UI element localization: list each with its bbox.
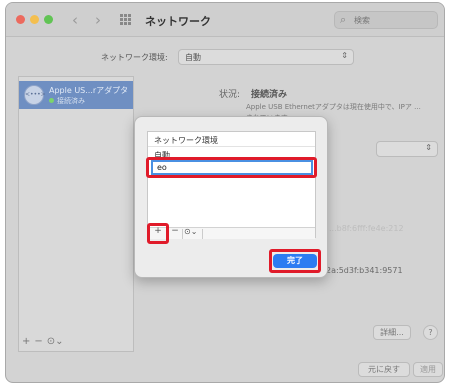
status-value: 接続済み — [251, 90, 288, 100]
ethernet-icon: <•••> — [24, 85, 46, 105]
help-button[interactable]: ? — [423, 325, 438, 340]
separator — [166, 229, 167, 239]
window-title: ネットワーク — [145, 15, 211, 28]
location-select[interactable]: 自動 ⇕ — [178, 49, 354, 65]
remove-service-button[interactable]: − — [34, 336, 42, 347]
show-all-grid-icon[interactable] — [120, 14, 131, 25]
done-button[interactable]: 完了 — [273, 254, 317, 268]
action-menu-button[interactable]: ⊙⌄ — [184, 227, 197, 236]
service-list[interactable]: <•••> Apple US...rアダプタ 接続済み — [18, 76, 134, 352]
preferences-window: ‹ › ネットワーク ⌕ ネットワーク環境: 自動 ⇕ <•••> Apple … — [5, 2, 445, 383]
list-toolbar: + − ⊙⌄ — [147, 223, 315, 244]
forward-arrow-icon[interactable]: › — [95, 11, 101, 29]
service-action-button[interactable]: ⊙⌄ — [47, 336, 64, 347]
sidebar-toolbar: + − ⊙⌄ — [18, 332, 134, 350]
advanced-button[interactable]: 詳細... — [373, 325, 411, 340]
service-name: Apple US...rアダプタ — [49, 86, 129, 95]
title-bar: ‹ › ネットワーク ⌕ — [6, 3, 444, 37]
revert-button[interactable]: 元に戻す — [358, 362, 410, 377]
separator — [182, 229, 183, 239]
locations-list[interactable]: ネットワーク環境 自動 + − ⊙⌄ — [146, 131, 317, 244]
remove-location-button[interactable]: − — [169, 226, 181, 236]
ipv6-address: ...b8f:6fff:fe4e:212 — [329, 224, 404, 233]
search-icon: ⌕ — [340, 13, 347, 26]
search-box[interactable]: ⌕ — [334, 11, 438, 29]
add-location-button[interactable]: + — [152, 226, 164, 236]
minimize-button[interactable] — [30, 15, 39, 24]
apply-button[interactable]: 適用 — [413, 362, 443, 377]
back-arrow-icon[interactable]: ‹ — [72, 11, 78, 29]
list-header: ネットワーク環境 — [148, 132, 315, 147]
service-status: 接続済み — [57, 97, 85, 105]
search-input[interactable] — [354, 14, 434, 26]
zoom-button[interactable] — [44, 15, 53, 24]
router-address: 2a:5d3f:b341:9571 — [326, 266, 403, 275]
status-label: 状況: — [219, 90, 241, 100]
status-dot-icon — [49, 98, 54, 103]
service-item-ethernet[interactable]: <•••> Apple US...rアダプタ 接続済み — [19, 81, 133, 109]
close-button[interactable] — [16, 15, 25, 24]
chevron-updown-icon: ⇕ — [341, 51, 348, 60]
separator — [202, 229, 203, 239]
config-select[interactable]: ⇕ — [376, 141, 438, 157]
new-location-field[interactable] — [151, 160, 313, 175]
location-value: 自動 — [185, 53, 201, 62]
add-service-button[interactable]: + — [22, 336, 30, 347]
edit-locations-sheet: ネットワーク環境 自動 + − ⊙⌄ 完了 — [134, 116, 328, 278]
location-label: ネットワーク環境: — [101, 53, 168, 62]
chevron-updown-icon: ⇕ — [425, 143, 432, 152]
